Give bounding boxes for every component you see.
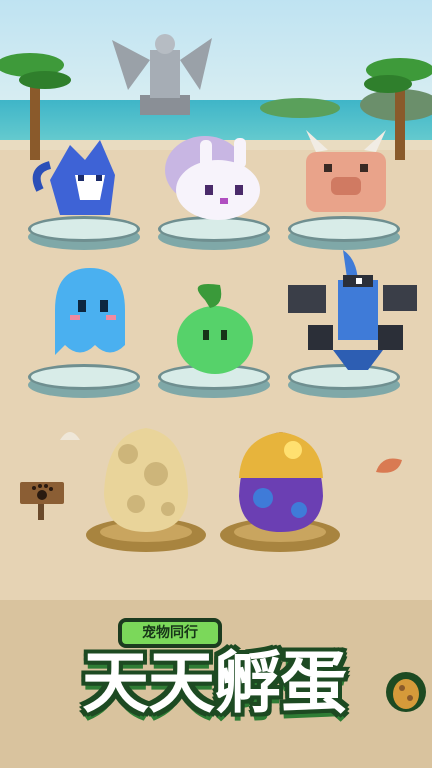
- angel-statue: [112, 34, 212, 115]
- blue-ghost-pet[interactable]: [40, 260, 140, 370]
- sand-egg[interactable]: [98, 424, 194, 534]
- horned-pig-pet[interactable]: [286, 122, 406, 222]
- game-scene: 宠物同行 天天孵蛋: [0, 0, 432, 768]
- shell-icon: [60, 432, 80, 440]
- blue-wolf-pet[interactable]: [30, 120, 140, 230]
- white-bunny-pet[interactable]: [160, 130, 270, 230]
- green-slime-pet[interactable]: [165, 280, 265, 380]
- conch-shell-icon: [376, 458, 402, 473]
- stone-golem-pet[interactable]: [288, 240, 418, 380]
- purple-gold-egg[interactable]: [233, 428, 329, 534]
- game-title: 天天孵蛋: [82, 644, 347, 722]
- subtitle-text: 宠物同行: [142, 625, 198, 641]
- paw-sign[interactable]: [18, 480, 66, 520]
- island-left: [260, 98, 340, 118]
- egg-icon: [386, 672, 426, 712]
